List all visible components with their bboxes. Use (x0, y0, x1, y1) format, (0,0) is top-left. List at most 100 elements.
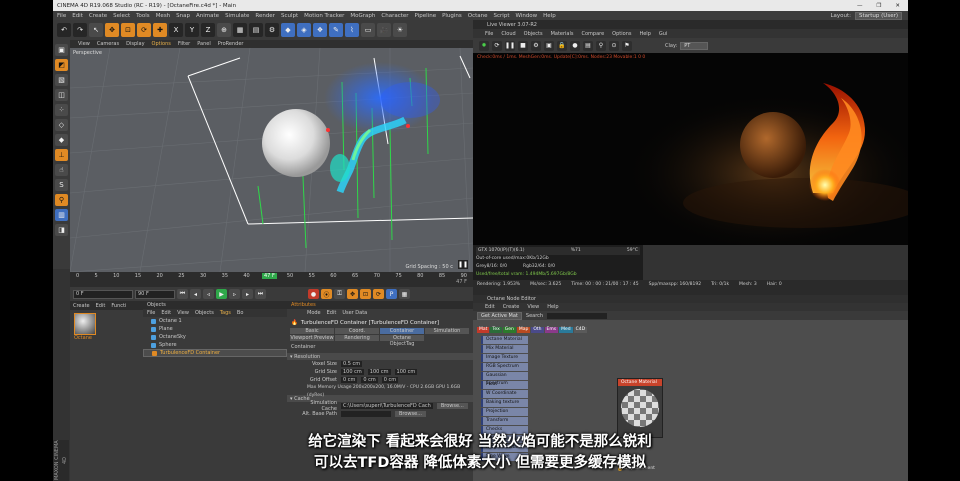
step-forward-icon[interactable]: ▹ (229, 289, 240, 299)
menu-tools[interactable]: Tools (136, 13, 150, 19)
texture-mode-icon[interactable]: ▧ (55, 74, 68, 86)
node-list-item[interactable]: Octane Material (481, 336, 528, 344)
lv-menu-materials[interactable]: Materials (551, 31, 574, 37)
edges-mode-icon[interactable]: ◇ (55, 119, 68, 131)
menu-motion-tracker[interactable]: Motion Tracker (304, 13, 344, 19)
material-menu-create[interactable]: Create (73, 303, 90, 309)
axis-mode-icon[interactable]: ⊥ (55, 149, 68, 161)
timeline[interactable]: 0 5 10 15 20 25 30 35 40 45 50 55 60 65 … (70, 272, 473, 287)
tab-container[interactable]: Container (380, 328, 424, 334)
menu-animate[interactable]: Animate (196, 13, 219, 19)
step-back-icon[interactable]: ◃ (203, 289, 214, 299)
play-icon[interactable]: ▶ (216, 289, 227, 299)
voxel-size-field[interactable]: 0.5 cm (341, 361, 363, 367)
menu-character[interactable]: Character (381, 13, 408, 19)
material-pick-icon[interactable]: ⚑ (622, 40, 632, 51)
next-key-icon[interactable]: ▸ (242, 289, 253, 299)
viewport-menu-prorender[interactable]: ProRender (218, 41, 244, 47)
objects-menu-view[interactable]: View (177, 310, 189, 316)
category-ems[interactable]: Ems (544, 327, 559, 333)
menu-create[interactable]: Create (89, 13, 107, 19)
objects-menu-file[interactable]: File (147, 310, 155, 316)
record-icon[interactable]: ● (308, 289, 319, 299)
stop-render-icon[interactable]: ■ (518, 40, 528, 51)
menu-mograph[interactable]: MoGraph (350, 13, 375, 19)
material-menu-function[interactable]: Functi (111, 303, 126, 309)
go-to-end-icon[interactable]: ⏭ (255, 289, 266, 299)
node-list-item[interactable]: Mix Material (481, 345, 528, 353)
array-icon[interactable]: ❖ (313, 23, 327, 37)
menu-help[interactable]: Help (543, 13, 556, 19)
position-key-icon[interactable]: ✥ (347, 289, 358, 299)
undo-icon[interactable]: ↶ (57, 23, 71, 37)
render-view-icon[interactable]: ▦ (233, 23, 247, 37)
lv-menu-compare[interactable]: Compare (581, 31, 604, 37)
tab-simulation[interactable]: Simulation (425, 328, 469, 334)
menu-octane[interactable]: Octane (468, 13, 488, 19)
menu-window[interactable]: Window (515, 13, 537, 19)
polygons-mode-icon[interactable]: ◆ (55, 134, 68, 146)
node-list-item[interactable]: Gaussian Spectrum (481, 372, 528, 386)
viewport-menu-display[interactable]: Display (126, 41, 144, 47)
menu-sculpt[interactable]: Sculpt (281, 13, 298, 19)
autokey-icon[interactable]: ⦿ (321, 289, 332, 299)
attributes-menu-edit[interactable]: Edit (327, 310, 337, 316)
soft-selection-icon[interactable]: ⚲ (55, 194, 68, 206)
get-active-mat-button[interactable]: Get Active Mat (477, 311, 522, 320)
grid-offset-x[interactable]: 0 cm (341, 377, 358, 383)
go-to-start-icon[interactable]: ⏮ (177, 289, 188, 299)
redo-icon[interactable]: ↷ (73, 23, 87, 37)
y-axis-icon[interactable]: Y (185, 23, 199, 37)
coordinate-system-icon[interactable]: ⊕ (217, 23, 231, 37)
keyframe-selection-icon[interactable]: ⚿ (334, 289, 345, 299)
model-mode-icon[interactable]: ◩ (55, 59, 68, 71)
menu-render[interactable]: Render (255, 13, 275, 19)
material-name[interactable]: Octane (74, 335, 92, 341)
render-picture-viewer-icon[interactable]: ▤ (249, 23, 263, 37)
layout-select[interactable]: Startup (User) (855, 11, 902, 20)
make-editable-icon[interactable]: ▣ (55, 44, 68, 56)
lock-icon[interactable]: 🔒 (557, 40, 567, 51)
node-list-item[interactable]: Transform (481, 417, 528, 425)
grid-size-x[interactable]: 100 cm (341, 369, 364, 375)
node-list-item[interactable]: Projection (481, 408, 528, 416)
tab-viewport-preview[interactable]: Viewport Preview (290, 335, 334, 341)
node-list-item[interactable]: Baking texture (481, 399, 528, 407)
viewport-menu-cameras[interactable]: Cameras (97, 41, 119, 47)
object-row-octanesky[interactable]: OctaneSky (143, 333, 287, 341)
lv-menu-objects[interactable]: Objects (524, 31, 543, 37)
pla-key-icon[interactable]: ▦ (399, 289, 410, 299)
playhead[interactable]: 47 F (262, 273, 277, 279)
grid-offset-y[interactable]: 0 cm (361, 377, 378, 383)
points-mode-icon[interactable]: ⁘ (55, 104, 68, 116)
objects-menu-objects[interactable]: Objects (195, 310, 214, 316)
start-frame-field[interactable]: 0 F (73, 289, 133, 299)
menu-snap[interactable]: Snap (176, 13, 190, 19)
viewport-menu-panel[interactable]: Panel (197, 41, 211, 47)
deformer-icon[interactable]: ⌇ (345, 23, 359, 37)
maximize-button[interactable]: ❐ (876, 3, 881, 9)
category-gen[interactable]: Gen (502, 327, 516, 333)
menu-select[interactable]: Select (113, 13, 130, 19)
object-row-sphere[interactable]: Sphere (143, 341, 287, 349)
camera-icon[interactable]: 🎥 (377, 23, 391, 37)
menu-pipeline[interactable]: Pipeline (415, 13, 437, 19)
grid-size-y[interactable]: 100 cm (367, 369, 391, 375)
locked-workplane-icon[interactable]: ◨ (55, 224, 68, 236)
previous-key-icon[interactable]: ◂ (190, 289, 201, 299)
sim-cache-path[interactable]: C:\Users\superi\TurbulenceFD Cach (341, 403, 433, 409)
object-row-turbulencefd[interactable]: TurbulenceFD Container (143, 349, 287, 357)
render-view[interactable]: Check:0ms / 1ms. MeshGen:0ms. Update[C]:… (473, 53, 908, 245)
minimize-button[interactable]: — (857, 3, 863, 9)
pause-render-icon[interactable]: ❚❚ (505, 40, 515, 51)
tab-basic[interactable]: Basic (290, 328, 334, 334)
tweak-mode-icon[interactable]: ☝ (55, 164, 68, 176)
menu-simulate[interactable]: Simulate (225, 13, 249, 19)
alt-base-field[interactable] (341, 411, 391, 417)
send-scene-icon[interactable]: ✹ (479, 40, 489, 51)
browse-button[interactable]: Browse... (436, 403, 468, 409)
browse-button-2[interactable]: Browse... (395, 411, 426, 417)
menu-script[interactable]: Script (494, 13, 510, 19)
lv-menu-cloud[interactable]: Cloud (501, 31, 515, 37)
settings-icon[interactable]: ⚙ (531, 40, 541, 51)
